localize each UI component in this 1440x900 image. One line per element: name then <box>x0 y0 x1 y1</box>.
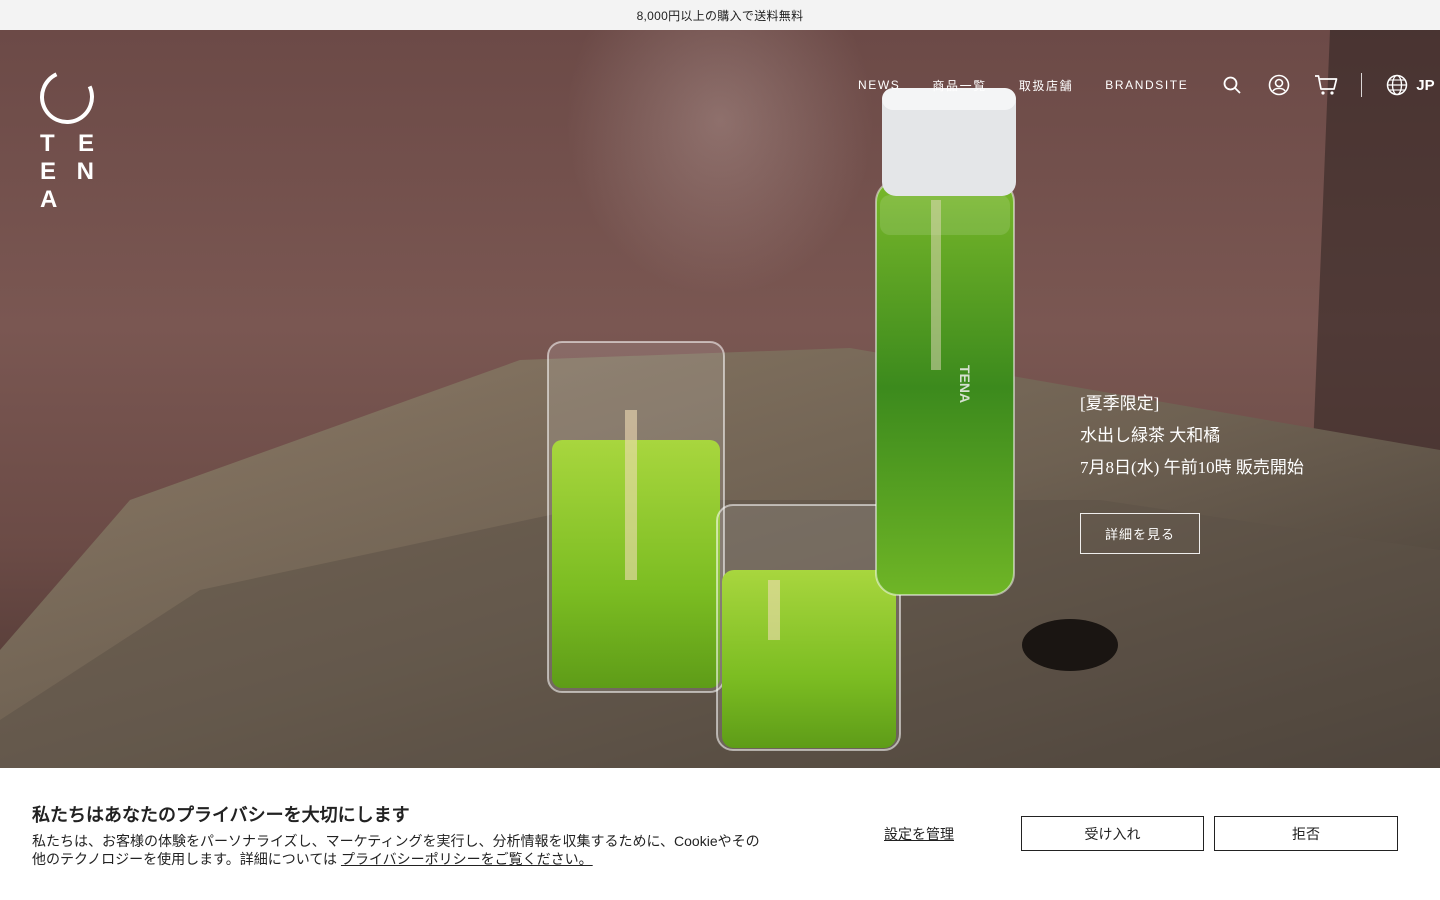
nav-divider <box>1361 73 1363 97</box>
globe-icon <box>1387 74 1408 96</box>
cookie-description: 私たちは、お客様の体験をパーソナライズし、マーケティングを実行し、分析情報を収集… <box>32 832 762 868</box>
logo-letters: TE EN A <box>40 130 96 214</box>
nav-stores[interactable]: 取扱店舗 <box>1019 77 1073 94</box>
logo-letter: T <box>40 130 55 157</box>
promo-line-1: [夏季限定] <box>1080 394 1160 413</box>
logo-row: EN <box>40 158 94 186</box>
logo-letter: E <box>40 158 57 185</box>
search-icon[interactable] <box>1220 73 1244 97</box>
privacy-policy-link[interactable]: プライバシーポリシーをご覧ください。 <box>341 851 593 867</box>
nav-news[interactable]: NEWS <box>858 78 900 92</box>
logo-letter: A <box>40 186 58 213</box>
cookie-title: 私たちはあなたのプライバシーを大切にします <box>32 805 410 825</box>
announcement-bar: 8,000円以上の購入で送料無料 <box>0 0 1440 30</box>
logo-row: TE <box>40 130 94 158</box>
manage-settings-link[interactable]: 設定を管理 <box>884 824 954 844</box>
hero-promo: [夏季限定] 水出し緑茶 大和橘 7月8日(水) 午前10時 販売開始 <box>1080 388 1304 484</box>
hero-banner[interactable]: TENA TE EN A NEWS 商品一覧 取扱店舗 BRANDSITE JP… <box>0 30 1440 768</box>
promo-line-2: 水出し緑茶 大和橘 <box>1080 426 1221 445</box>
main-nav: NEWS 商品一覧 取扱店舗 BRANDSITE JP <box>858 72 1435 98</box>
logo-letter: E <box>77 130 94 157</box>
logo-letter: N <box>76 158 94 185</box>
bottle-logo-text: TENA <box>957 365 973 403</box>
language-selector[interactable]: JP <box>1386 74 1435 96</box>
cart-icon[interactable] <box>1314 73 1338 97</box>
accept-button[interactable]: 受け入れ <box>1021 816 1204 851</box>
details-button[interactable]: 詳細を見る <box>1080 513 1200 554</box>
account-icon[interactable] <box>1267 73 1291 97</box>
nav-brandsite[interactable]: BRANDSITE <box>1105 78 1188 92</box>
cookie-banner: 私たちはあなたのプライバシーを大切にします 私たちは、お客様の体験をパーソナライ… <box>0 768 1440 900</box>
tena-logo[interactable]: TE EN A <box>32 62 102 214</box>
language-label: JP <box>1416 76 1435 94</box>
logo-ring-icon <box>32 62 102 132</box>
announcement-text: 8,000円以上の購入で送料無料 <box>636 8 804 23</box>
promo-line-3: 7月8日(水) 午前10時 販売開始 <box>1080 458 1304 477</box>
reject-button[interactable]: 拒否 <box>1214 816 1398 851</box>
nav-products[interactable]: 商品一覧 <box>932 77 986 94</box>
logo-row: A <box>40 186 94 214</box>
